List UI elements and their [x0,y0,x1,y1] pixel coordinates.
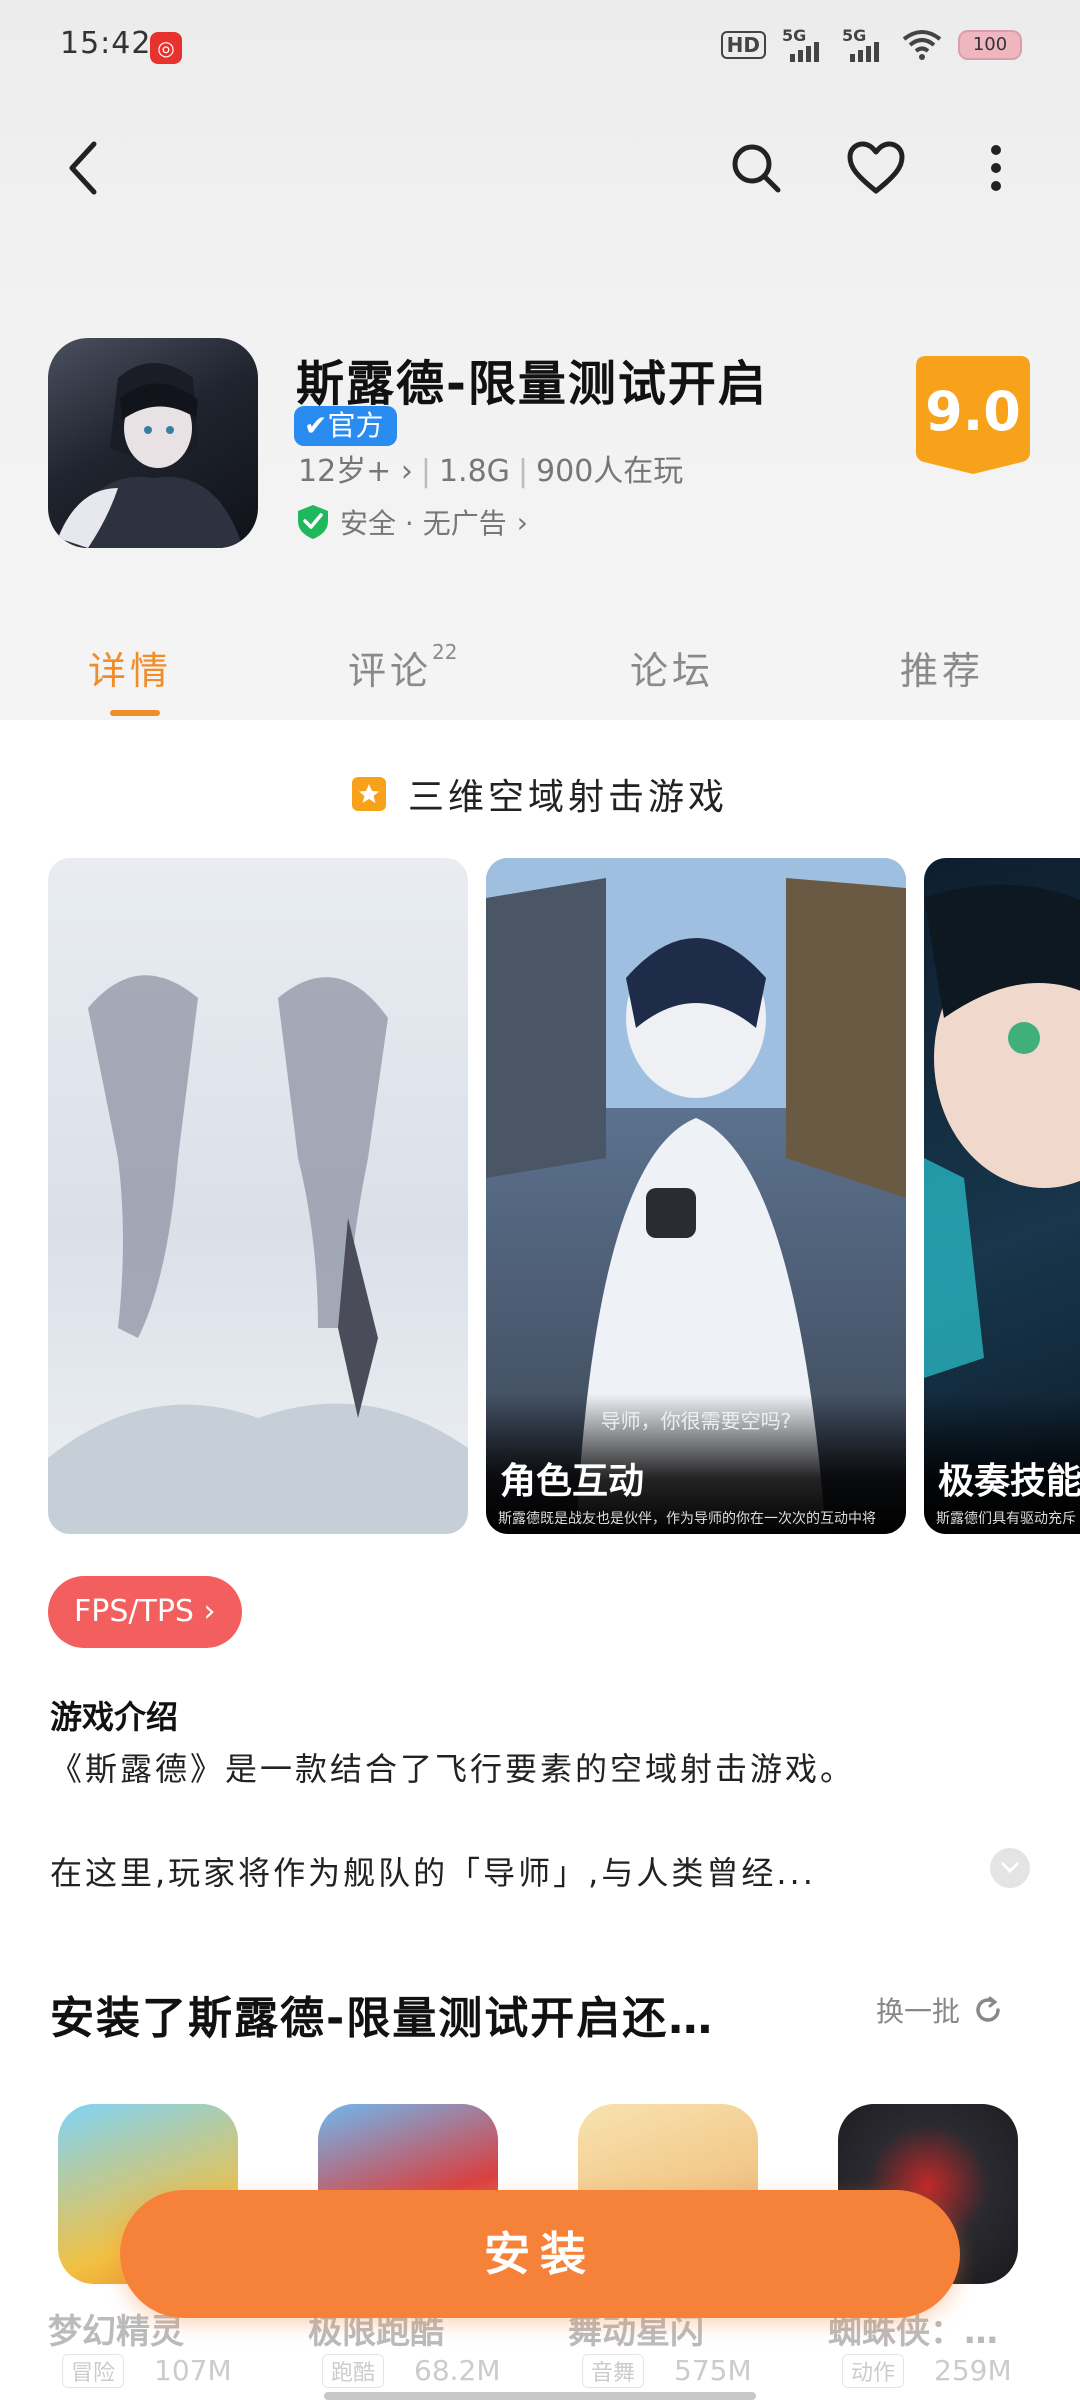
recommend-title: 安装了斯露德-限量测试开启还… [50,1993,715,2044]
intro-text-2: 在这里,玩家将作为舰队的「导师」,与人类曾经... [50,1854,816,1892]
chevron-right-icon: › [193,1594,216,1629]
wifi-icon [902,30,942,60]
refresh-icon [976,1996,1000,2022]
official-badge: ✔官方 [294,406,398,446]
verified-check-icon: ✔ [304,409,328,442]
hd-icon: HD [720,31,766,59]
tab-details[interactable]: 详情 [88,640,172,695]
age-rating: 12岁+ [298,454,392,489]
tagline-text: 三维空域射击游戏 [407,777,728,818]
app-icon-artwork [58,363,243,548]
screenshot-carousel[interactable]: 导师，你很需要空吗? 角色互动 斯露德既是战友也是伙伴，作为导师的你在一次次的互… [48,858,1080,1534]
battery-icon: 100 [958,30,1022,60]
heart-icon [847,141,905,194]
recommend-size: 259M [934,2354,1012,2387]
chevron-down-icon [1001,1862,1019,1874]
screenshot-caption: 极奏技能 [938,1461,1080,1502]
recommend-category: 跑酷 [322,2354,385,2388]
chevron-right-icon: › [391,454,413,489]
recommend-category: 音舞 [582,2354,645,2388]
tab-bar: 详情 评论22 论坛 推荐 [0,640,1080,720]
favorite-button[interactable] [840,132,912,204]
genre-chip[interactable]: FPS/TPS › [48,1576,242,1648]
recommend-category: 冒险 [62,2354,125,2388]
screenshot-subtitle: 斯露德们具有驱动充斥 [936,1511,1076,1527]
status-bar: 15:42 ◎ HD 5G 5G 100 [0,0,1080,96]
app-meta[interactable]: 12岁+ › | 1.8G | 900人在玩 [298,446,683,490]
review-count: 22 [432,640,458,664]
expand-button[interactable] [990,1848,1030,1888]
screenshot-subtitle: 斯露德既是战友也是伙伴，作为导师的你在一次次的互动中将 [498,1511,876,1527]
recommend-category: 动作 [842,2354,905,2388]
score-value: 9.0 [925,380,1021,443]
recommend-size: 107M [154,2354,232,2387]
recommend-size: 575M [674,2354,752,2387]
tab-forum[interactable]: 论坛 [630,640,714,695]
search-icon [732,144,781,193]
intro-text: 《斯露德》是一款结合了飞行要素的空域射击游戏。 [50,1750,856,1788]
screenshot-2[interactable]: 导师，你很需要空吗? 角色互动 斯露德既是战友也是伙伴，作为导师的你在一次次的互… [486,858,906,1534]
app-title: 斯露德-限量测试开启 [296,356,768,412]
status-indicators: HD 5G 5G 100 [720,26,1022,62]
home-indicator[interactable] [324,2392,756,2400]
status-time: 15:42 [60,26,152,61]
shield-check-icon [298,505,328,539]
install-button[interactable]: 安装 [120,2190,960,2318]
screenshot-caption: 角色互动 [500,1461,645,1502]
more-button[interactable] [960,132,1032,204]
tagline: 三维空域射击游戏 [0,768,1080,820]
tab-recommend[interactable]: 推荐 [900,640,984,695]
screenshot-3[interactable]: 极奏技能 斯露德们具有驱动充斥 [924,858,1080,1534]
more-vertical-icon [991,145,1001,191]
safety-label: 安全 · 无广告 [340,507,507,540]
refresh-button[interactable]: 换一批 [876,1990,1004,2030]
back-arrow-icon [69,141,97,195]
intro-title: 游戏介绍 [50,1698,179,1736]
search-button[interactable] [720,132,792,204]
recommend-size: 68.2M [414,2354,501,2387]
signal-icon: 5G [782,26,826,62]
screenshot-artwork [48,975,468,1534]
score-badge: 9.0 [916,356,1030,474]
player-count: 900人在玩 [536,454,684,489]
tab-indicator [110,710,160,716]
app-icon [48,338,258,548]
back-button[interactable] [48,132,120,204]
chevron-right-icon: › [516,505,528,539]
app-size: 1.8G [438,454,510,489]
notification-app-icon: ◎ [150,32,182,64]
signal-icon-2: 5G [842,26,886,62]
screenshot-quote: 导师，你很需要空吗? [600,1409,792,1433]
safety-info[interactable]: 安全 · 无广告 › [296,502,528,542]
tab-reviews[interactable]: 评论22 [348,640,457,695]
screenshot-1[interactable] [48,858,468,1534]
star-icon [351,777,386,811]
